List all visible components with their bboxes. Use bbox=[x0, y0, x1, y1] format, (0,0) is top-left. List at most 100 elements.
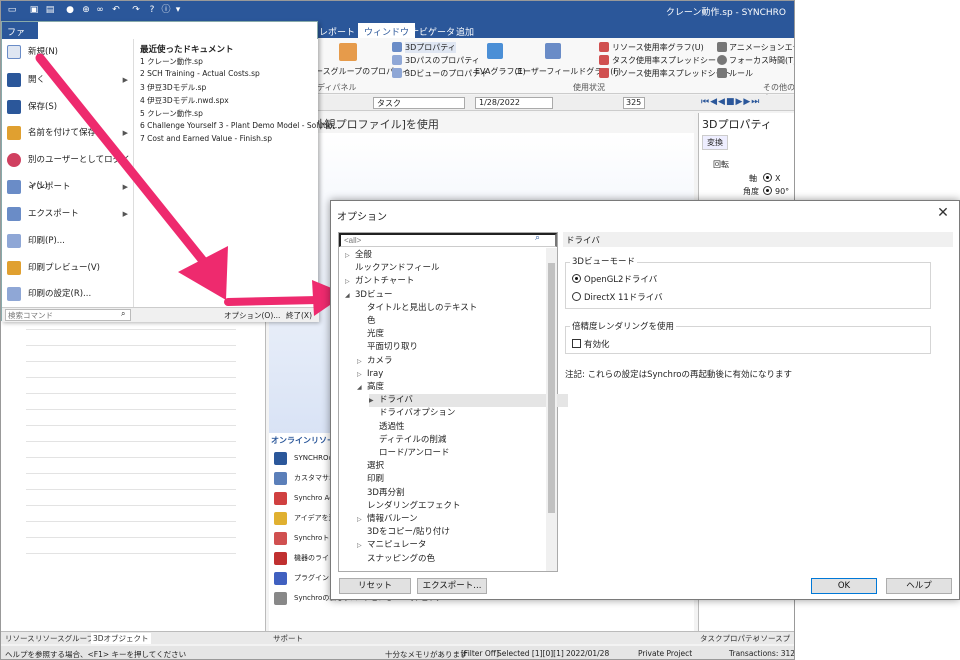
angle-90-radio[interactable]: 90° bbox=[763, 186, 789, 196]
tree-node[interactable]: 平面切り取り bbox=[357, 341, 418, 354]
expander-icon[interactable]: ▷ bbox=[345, 249, 355, 262]
file-login-other-user[interactable]: 別のユーザーとしてログイン(L) bbox=[2, 147, 132, 191]
share-icon[interactable]: ∞ bbox=[95, 5, 105, 15]
recent-item[interactable]: 2 SCH Training - Actual Costs.sp bbox=[140, 69, 260, 78]
tree-scrollbar[interactable] bbox=[546, 248, 557, 571]
file-import[interactable]: インポート ▶ bbox=[2, 174, 132, 200]
resource-usage-graph-button[interactable]: リソース使用率グラフ(U) bbox=[612, 42, 704, 53]
date-field[interactable]: 1/28/2022 bbox=[475, 97, 553, 109]
tab-resources[interactable]: リソース bbox=[5, 633, 35, 644]
open-icon[interactable]: ▭ bbox=[7, 5, 17, 15]
file-tab[interactable]: ファイル bbox=[2, 22, 38, 51]
tree-node[interactable]: 印刷 bbox=[357, 473, 384, 486]
customize-icon[interactable]: ▾ bbox=[173, 5, 183, 15]
file-print[interactable]: 印刷(P)... bbox=[2, 228, 132, 254]
tree-node[interactable]: ▶ ドライバ bbox=[369, 394, 568, 408]
file-save[interactable]: 保存(S) bbox=[2, 94, 132, 120]
expander-icon[interactable]: ▶ bbox=[369, 394, 379, 407]
help-icon[interactable]: ? bbox=[147, 5, 157, 15]
tree-node[interactable]: スナッピングの色 bbox=[357, 553, 435, 566]
tab-transform[interactable]: 変換 bbox=[702, 135, 728, 150]
export-button[interactable]: エクスポート... bbox=[417, 578, 487, 594]
tab-resource-groups[interactable]: リソースグループ bbox=[35, 633, 94, 644]
online-item[interactable]: Synchro Ac bbox=[272, 489, 333, 507]
info-icon[interactable]: ⓘ bbox=[161, 5, 171, 15]
3d-path-button[interactable]: 3Dパスのプロパティ bbox=[405, 55, 480, 66]
file-print-preview[interactable]: 印刷プレビュー(V) bbox=[2, 255, 132, 281]
reset-button[interactable]: リセット bbox=[339, 578, 411, 594]
resource-usage-sheet-button[interactable]: リソース使用率スプレッドシート bbox=[612, 68, 732, 79]
recent-item[interactable]: 5 クレーン動作.sp bbox=[140, 108, 203, 119]
recent-item[interactable]: 4 伊豆3Dモデル.nwd.spx bbox=[140, 95, 229, 106]
expander-icon[interactable]: ▷ bbox=[357, 368, 367, 381]
tree-node[interactable]: ▷ Iray bbox=[357, 368, 383, 381]
redo-icon[interactable]: ↷ bbox=[131, 5, 141, 15]
tree-node[interactable]: ▷ マニピュレータ bbox=[357, 539, 426, 552]
playback-controls[interactable]: ⏮◀◀■▶▶⏭ bbox=[701, 97, 760, 107]
expander-icon[interactable]: ▷ bbox=[357, 355, 367, 368]
3d-objects-list[interactable] bbox=[1, 321, 266, 631]
save-as-icon[interactable]: ▤ bbox=[45, 5, 55, 15]
file-print-setup[interactable]: 印刷の設定(R)... bbox=[2, 281, 132, 307]
undo-icon[interactable]: ↶ bbox=[111, 5, 121, 15]
expander-icon[interactable]: ◢ bbox=[357, 381, 367, 394]
tab-report[interactable]: レポート bbox=[313, 23, 361, 38]
file-new[interactable]: 新規(N) bbox=[2, 39, 132, 65]
focus-time-button[interactable]: フォーカス時間(T) bbox=[729, 55, 794, 66]
package-icon[interactable]: ● bbox=[65, 5, 75, 15]
recent-item[interactable]: 6 Challenge Yourself 3 - Plant Demo Mode… bbox=[140, 121, 340, 130]
online-item[interactable]: カスタマサポ bbox=[272, 469, 336, 487]
expander-icon[interactable]: ▷ bbox=[357, 539, 367, 552]
expander-icon[interactable]: ▷ bbox=[357, 513, 367, 526]
scrollbar-thumb[interactable] bbox=[548, 263, 555, 513]
exit-button[interactable]: 終了(X) bbox=[286, 310, 312, 321]
help-button[interactable]: ヘルプ bbox=[886, 578, 952, 594]
online-item[interactable]: 機器のライ bbox=[272, 549, 329, 567]
opengl-radio[interactable]: OpenGL2ドライバ bbox=[572, 273, 657, 285]
tree-node[interactable]: ディテイルの削減 bbox=[369, 434, 446, 447]
tree-node[interactable]: 3Dをコピー/貼り付け bbox=[357, 526, 450, 539]
tree-node[interactable]: ロード/アンロード bbox=[369, 447, 450, 460]
tree-node[interactable]: 選択 bbox=[357, 460, 384, 473]
globe-icon[interactable]: ⊕ bbox=[81, 5, 91, 15]
file-export[interactable]: エクスポート ▶ bbox=[2, 201, 132, 227]
task-combo[interactable]: タスク bbox=[373, 97, 465, 109]
directx-radio[interactable]: DirectX 11ドライバ bbox=[572, 291, 663, 303]
rules-button[interactable]: ルール bbox=[729, 68, 753, 79]
online-item[interactable]: プラグインと bbox=[272, 569, 336, 587]
recent-item[interactable]: 3 伊豆3Dモデル.sp bbox=[140, 82, 206, 93]
tree-node[interactable]: レンダリングエフェクト bbox=[357, 500, 461, 513]
recent-item[interactable]: 1 クレーン動作.sp bbox=[140, 56, 203, 67]
axis-x-radio[interactable]: X bbox=[763, 173, 780, 183]
online-item[interactable]: SYNCHROの bbox=[272, 449, 335, 467]
options-button[interactable]: オプション(O)... bbox=[224, 310, 280, 321]
tree-node[interactable]: 光度 bbox=[357, 328, 384, 341]
recent-item[interactable]: 7 Cost and Earned Value - Finish.sp bbox=[140, 134, 272, 143]
expander-icon[interactable]: ▷ bbox=[345, 275, 355, 288]
tree-node[interactable]: 透過性 bbox=[369, 421, 405, 434]
tree-node[interactable]: ▷ 全般 bbox=[345, 249, 372, 262]
tab-3d-objects[interactable]: 3Dオブジェクト bbox=[91, 633, 151, 644]
3d-props-button[interactable]: 3Dプロパティ bbox=[405, 42, 456, 53]
tab-add[interactable]: 追加 bbox=[450, 23, 480, 38]
online-item[interactable]: Synchroトレ bbox=[272, 529, 336, 547]
expander-icon[interactable]: ◢ bbox=[345, 289, 355, 302]
close-icon[interactable]: ✕ bbox=[935, 205, 951, 221]
tree-node[interactable]: タイトルと見出しのテキスト bbox=[357, 302, 477, 315]
tree-filter-input[interactable] bbox=[339, 233, 557, 247]
tree-node[interactable]: 色 bbox=[357, 315, 376, 328]
save-icon[interactable]: ▣ bbox=[29, 5, 39, 15]
tree-node[interactable]: ◢ 高度 bbox=[357, 381, 384, 394]
ok-button[interactable]: OK bbox=[811, 578, 877, 594]
animation-editor-button[interactable]: アニメーションエディタ bbox=[729, 42, 794, 53]
online-item[interactable]: アイデアを送 bbox=[272, 509, 336, 527]
tree-node[interactable]: ルックアンドフィール bbox=[345, 262, 440, 275]
tree-node[interactable]: ▷ カメラ bbox=[357, 355, 393, 368]
command-search-input[interactable] bbox=[5, 309, 131, 321]
tree-node[interactable]: ▷ ガントチャート bbox=[345, 275, 414, 288]
tree-node[interactable]: ドライバオプション bbox=[369, 407, 455, 420]
tree-node[interactable]: ◢ 3Dビュー bbox=[345, 289, 392, 302]
enable-checkbox[interactable]: 有効化 bbox=[572, 338, 610, 350]
tab-support[interactable]: サポート bbox=[273, 633, 303, 644]
tab-task-props[interactable]: タスクプロパティ bbox=[700, 633, 760, 644]
